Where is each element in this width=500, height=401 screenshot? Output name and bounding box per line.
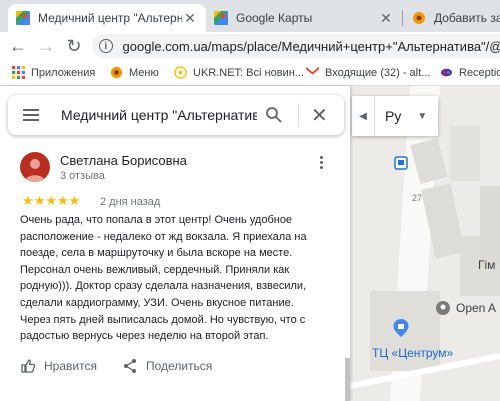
bookmark-reception[interactable]: Reception [440,66,500,79]
bookmark-label: UKR.NET: Всі новин... [193,66,304,79]
language-select[interactable]: Ру [385,108,401,124]
tab-title: Добавить запи [434,11,500,25]
bookmark-gmail[interactable]: Входящие (32) - alt... [306,66,430,79]
forward-arrow-icon[interactable]: → [36,36,56,56]
reviewer-review-count: 3 отзыва [60,170,105,182]
thumb-up-icon [21,359,36,373]
bookmark-label: Приложения [31,66,96,79]
bookmark-menu[interactable]: Меню [110,66,159,79]
tab-separator [402,10,403,26]
reload-icon[interactable]: ↻ [64,36,84,56]
menu-icon[interactable] [23,106,39,124]
tab-google-maps[interactable]: Google Карты ✕ [206,4,402,32]
bookmark-label: Входящие (32) - alt... [325,66,431,79]
google-maps-favicon-icon [214,11,228,25]
map-label-mall[interactable]: ТЦ «Центрум» [372,346,453,360]
browser-tab-bar: Медичний центр "Альтернати ✕ Google Карт… [0,0,500,32]
like-label: Нравится [44,359,97,373]
avatar[interactable] [20,152,50,182]
bookmarks-bar: Приложения Меню UKR.NET: Всі новин... Вх… [0,60,500,86]
address-url: google.com.ua/maps/place/Медичний+центр+… [122,38,500,54]
building-number: 27 [412,193,423,203]
share-icon [124,359,136,373]
orange-favicon-icon [413,12,425,24]
tab-add-record[interactable]: Добавить запи [404,4,500,32]
user-silhouette-icon [25,159,45,182]
collapse-panel-icon[interactable]: ◀ [352,111,374,122]
ukrnet-icon [174,66,187,79]
bookmark-ukrnet[interactable]: UKR.NET: Всі новин... [174,66,304,79]
share-button[interactable]: Поделиться [122,358,212,374]
reviewer-name[interactable]: Светлана Борисовна [60,153,187,168]
map-label-open: Open A [456,301,497,315]
star-icon: ★ [22,193,34,208]
bookmark-label: Reception [459,66,500,79]
review-actions: Нравится Поделиться [20,358,340,378]
tab-title: Медичний центр "Альтернати [38,11,182,25]
tab-medical-center[interactable]: Медичний центр "Альтернати ✕ [8,4,206,32]
like-button[interactable]: Нравится [20,358,97,374]
control-divider [374,96,375,136]
review-date: 2 дня назад [100,196,161,208]
place-panel: Медичний центр "Альтернатива" ✕ Светлана… [0,86,350,401]
reception-icon [440,68,453,77]
review-text: Очень рада, что попала в этот центр! Оче… [20,214,307,343]
bus-stop-icon[interactable] [394,156,408,170]
tab-title: Google Карты [236,11,313,25]
browser-toolbar: ← → ↻ i google.com.ua/maps/place/Медични… [0,32,500,60]
star-icon: ★ [56,193,69,208]
share-label: Поделиться [146,359,213,373]
gmail-icon [306,67,319,78]
panel-scrollbar[interactable] [345,358,350,401]
tab-close-icon[interactable]: ✕ [182,10,198,27]
bookmark-apps[interactable]: Приложения [12,66,95,79]
place-pin-gray-icon[interactable] [435,300,451,316]
more-options-icon[interactable] [320,156,324,171]
address-bar[interactable]: i google.com.ua/maps/place/Медичний+цент… [92,34,500,58]
search-icon[interactable] [265,106,283,124]
search-divider [298,103,299,127]
bookmark-label: Меню [129,66,159,79]
info-icon[interactable]: i [99,39,113,53]
back-arrow-icon[interactable]: ← [8,36,28,56]
star-icon: ★ [68,193,81,208]
chevron-down-icon[interactable]: ▼ [417,111,427,122]
map-language-control: ◀ Ру ▼ [352,96,438,136]
map-label-gim: Гім [478,258,496,272]
close-icon[interactable]: ✕ [311,103,328,128]
search-box[interactable]: Медичний центр "Альтернатива" ✕ [8,95,344,135]
tab-close-icon[interactable]: ✕ [378,10,394,27]
star-icon: ★ [45,193,57,208]
google-maps-favicon-icon [16,11,30,25]
star-icon: ★ [33,193,46,208]
search-input[interactable]: Медичний центр "Альтернатива" [61,107,257,123]
star-rating: ★ ★ ★ ★ ★ [22,194,80,208]
apps-grid-icon [12,66,25,79]
bookmark-favicon-icon [110,66,123,79]
shopping-pin-icon[interactable] [392,318,410,338]
